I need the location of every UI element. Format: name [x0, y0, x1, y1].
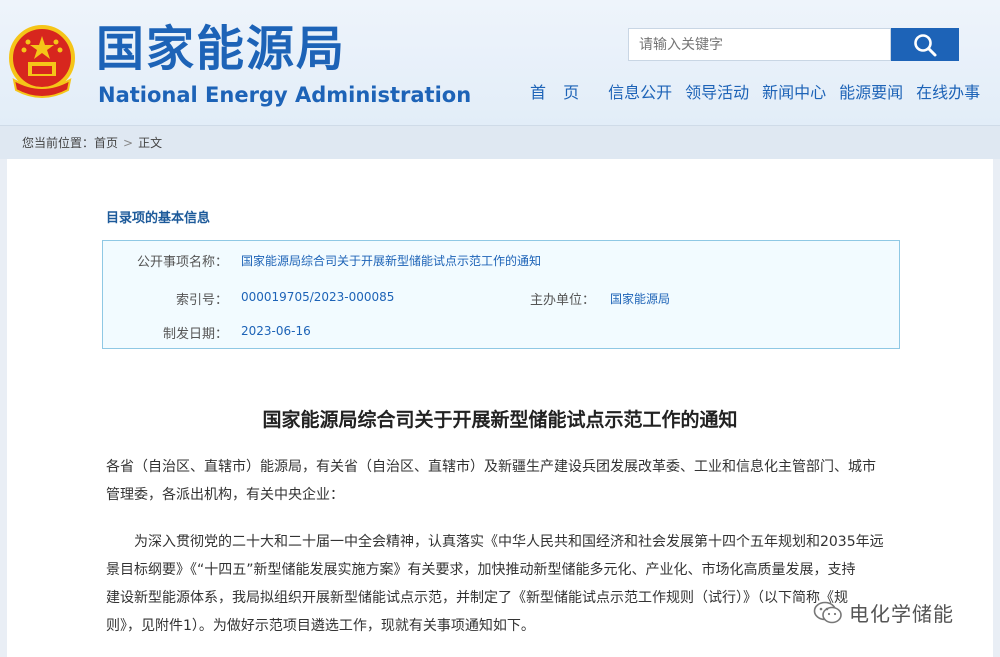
wechat-icon — [813, 601, 842, 623]
date-label: 制发日期： — [162, 327, 228, 342]
info-table: 公开事项名称： 国家能源局综合司关于开展新型储能试点示范工作的通知 索引号： 0… — [102, 240, 900, 349]
breadcrumb-separator-icon: > — [123, 135, 134, 150]
index-value: 000019705/2023-000085 — [241, 290, 395, 304]
site-header: 国家能源局 National Energy Administration 首 页… — [0, 0, 1000, 125]
nav-item-news-center[interactable]: 新闻中心 — [762, 82, 826, 104]
breadcrumb-current[interactable]: 正文 — [138, 134, 162, 151]
article-title: 国家能源局综合司关于开展新型储能试点示范工作的通知 — [262, 409, 738, 431]
index-label: 索引号： — [175, 293, 228, 308]
main-nav: 首 页 信息公开 领导活动 新闻中心 能源要闻 在线办事 — [530, 82, 993, 104]
breadcrumb-bar: 您当前位置： 首页 > 正文 — [0, 125, 1000, 159]
info-section-title: 目录项的基本信息 — [106, 211, 211, 226]
article-paragraph-intro: 为深入贯彻党的二十大和二十届一中全会精神，认真落实《中华人民共和国经济和社会发展… — [106, 528, 896, 640]
breadcrumb-label: 您当前位置： — [22, 136, 95, 150]
paragraph-line: 管理委，各派出机构，有关中央企业： — [106, 487, 344, 503]
watermark: 电化学储能 — [813, 598, 954, 627]
name-value: 国家能源局综合司关于开展新型储能试点示范工作的通知 — [241, 254, 542, 268]
search-button[interactable] — [891, 28, 959, 61]
paragraph-line: 则》，见附件1）。为做好示范项目遴选工作，现就有关事项通知如下。 — [106, 618, 535, 634]
site-logo-english[interactable]: National Energy Administration — [98, 82, 471, 108]
breadcrumb-home[interactable]: 首页 — [94, 134, 118, 151]
org-label: 主办单位： — [529, 293, 595, 308]
paragraph-line: 建设新型能源体系，我局拟组织开展新型储能试点示范，并制定了《新型储能试点示范工作… — [106, 590, 848, 606]
site-logo-chinese[interactable]: 国家能源局 — [96, 22, 346, 76]
paragraph-line: 各省（自治区、直辖市）能源局，有关省（自治区、直辖市）及新疆生产建设兵团发展改革… — [106, 459, 876, 475]
org-value: 国家能源局 — [610, 292, 671, 306]
article-paragraph-addressees: 各省（自治区、直辖市）能源局，有关省（自治区、直辖市）及新疆生产建设兵团发展改革… — [106, 453, 896, 509]
search-input[interactable] — [628, 28, 891, 61]
national-emblem-icon — [9, 25, 75, 98]
nav-item-home[interactable]: 首 页 — [530, 82, 585, 104]
search-icon — [914, 33, 937, 56]
date-value: 2023-06-16 — [241, 324, 311, 338]
nav-item-leadership[interactable]: 领导活动 — [685, 82, 749, 104]
name-label: 公开事项名称： — [136, 255, 228, 270]
paragraph-line: 为深入贯彻党的二十大和二十届一中全会精神，认真落实《中华人民共和国经济和社会发展… — [134, 534, 884, 550]
paragraph-line: 景目标纲要》《“十四五”新型储能发展实施方案》有关要求，加快推动新型储能多元化、… — [106, 562, 856, 578]
nav-item-energy-news[interactable]: 能源要闻 — [839, 82, 903, 104]
nav-item-online-services[interactable]: 在线办事 — [916, 82, 980, 104]
watermark-text: 电化学储能 — [849, 602, 954, 626]
breadcrumb: 您当前位置： 首页 > 正文 — [22, 134, 162, 151]
nav-item-info-disclosure[interactable]: 信息公开 — [608, 82, 672, 104]
